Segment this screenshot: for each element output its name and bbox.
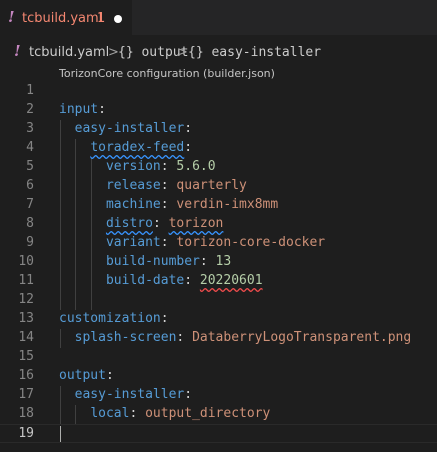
code-line: 12 — [0, 291, 437, 310]
code-line: 15 — [0, 348, 437, 367]
yaml-key: release — [105, 178, 161, 193]
text-cursor — [60, 426, 61, 442]
line-number: 16 — [18, 368, 34, 383]
yaml-key: easy-installer — [74, 121, 185, 136]
code-editor[interactable]: 1 2 input: 3 easy-installer: 4 toradex-f… — [0, 82, 437, 452]
line-number: 6 — [26, 178, 34, 193]
breadcrumb-separator: > — [177, 45, 188, 60]
yaml-icon: ! — [8, 8, 15, 26]
code-line: 1 — [0, 82, 437, 101]
code-line: 14 splash-screen: DataberryLogoTranspare… — [0, 329, 437, 348]
code-line: 18 local: output_directory — [0, 405, 437, 424]
code-line: 7 machine: verdin-imx8mm — [0, 196, 437, 215]
code-line: 10 build-number: 13 — [0, 253, 437, 272]
line-number: 4 — [26, 140, 34, 155]
yaml-value: 5.6.0 — [176, 159, 216, 174]
code-line: 3 easy-installer: — [0, 120, 437, 139]
yaml-value: torizon — [168, 216, 224, 231]
line-number: 9 — [26, 235, 34, 250]
yaml-key: machine — [105, 197, 161, 212]
yaml-key: distro — [105, 216, 153, 231]
line-number: 17 — [18, 387, 34, 402]
line-number: 1 — [26, 83, 34, 98]
line-number: 2 — [26, 102, 34, 117]
unsaved-dot-icon[interactable] — [114, 15, 122, 23]
code-line: 8 distro: torizon — [0, 215, 437, 234]
line-number: 3 — [26, 121, 34, 136]
line-number: 12 — [18, 292, 34, 307]
yaml-value: output_directory — [145, 406, 271, 421]
code-line: 6 release: quarterly — [0, 177, 437, 196]
code-line: 2 input: — [0, 101, 437, 120]
yaml-key: build-number — [105, 254, 200, 269]
yaml-key: input — [59, 102, 99, 117]
tab-problem-count: 1 — [97, 11, 106, 26]
yaml-key: local — [90, 406, 130, 421]
schema-hint[interactable]: TorizonCore configuration (builder.json) — [59, 67, 275, 80]
yaml-value: torizon-core-docker — [176, 235, 326, 250]
code-line: 9 variant: torizon-core-docker — [0, 234, 437, 253]
line-number: 10 — [18, 254, 34, 269]
code-line: 13 customization: — [0, 310, 437, 329]
yaml-key: toradex-feed — [90, 140, 185, 155]
yaml-key: variant — [105, 235, 161, 250]
yaml-key: build-date — [105, 273, 185, 288]
code-line: 4 toradex-feed: — [0, 139, 437, 158]
tab-label: tcbuild.yaml — [22, 11, 103, 26]
yaml-value: verdin-imx8mm — [176, 197, 279, 212]
yaml-key: output — [59, 368, 106, 383]
line-number: 13 — [18, 311, 34, 326]
line-number: 15 — [18, 349, 34, 364]
tab-tcbuild-yaml[interactable]: ! tcbuild.yaml 1 — [0, 0, 132, 35]
breadcrumb: ! tcbuild.yaml > {} output > {} easy-ins… — [0, 42, 437, 65]
line-number: 19 — [18, 426, 34, 441]
code-line: 16 output: — [0, 367, 437, 386]
yaml-value: DataberryLogoTransparent.png — [192, 330, 412, 345]
tab-bar: ! tcbuild.yaml 1 — [0, 0, 437, 35]
yaml-key: easy-installer — [74, 387, 185, 402]
line-number: 8 — [26, 216, 34, 231]
yaml-value: 20220601 — [199, 273, 263, 288]
yaml-key: version — [105, 159, 161, 174]
line-number: 18 — [18, 406, 34, 421]
code-line: 11 build-date: 20220601 — [0, 272, 437, 291]
line-number: 5 — [26, 159, 34, 174]
yaml-value: quarterly — [176, 178, 247, 193]
line-number: 14 — [18, 330, 34, 345]
yaml-value: 13 — [215, 254, 232, 269]
yaml-key: splash-screen — [74, 330, 177, 345]
line-number: 7 — [26, 197, 34, 212]
line-number: 11 — [18, 273, 34, 288]
yaml-key: customization — [59, 311, 161, 326]
code-line-current[interactable]: 19 — [0, 424, 437, 443]
breadcrumb-file[interactable]: tcbuild.yaml — [29, 45, 109, 60]
code-line: 17 easy-installer: — [0, 386, 437, 405]
yaml-icon: ! — [14, 42, 21, 60]
code-line: 5 version: 5.6.0 — [0, 158, 437, 177]
breadcrumb-easy-installer[interactable]: {} easy-installer — [188, 45, 321, 60]
